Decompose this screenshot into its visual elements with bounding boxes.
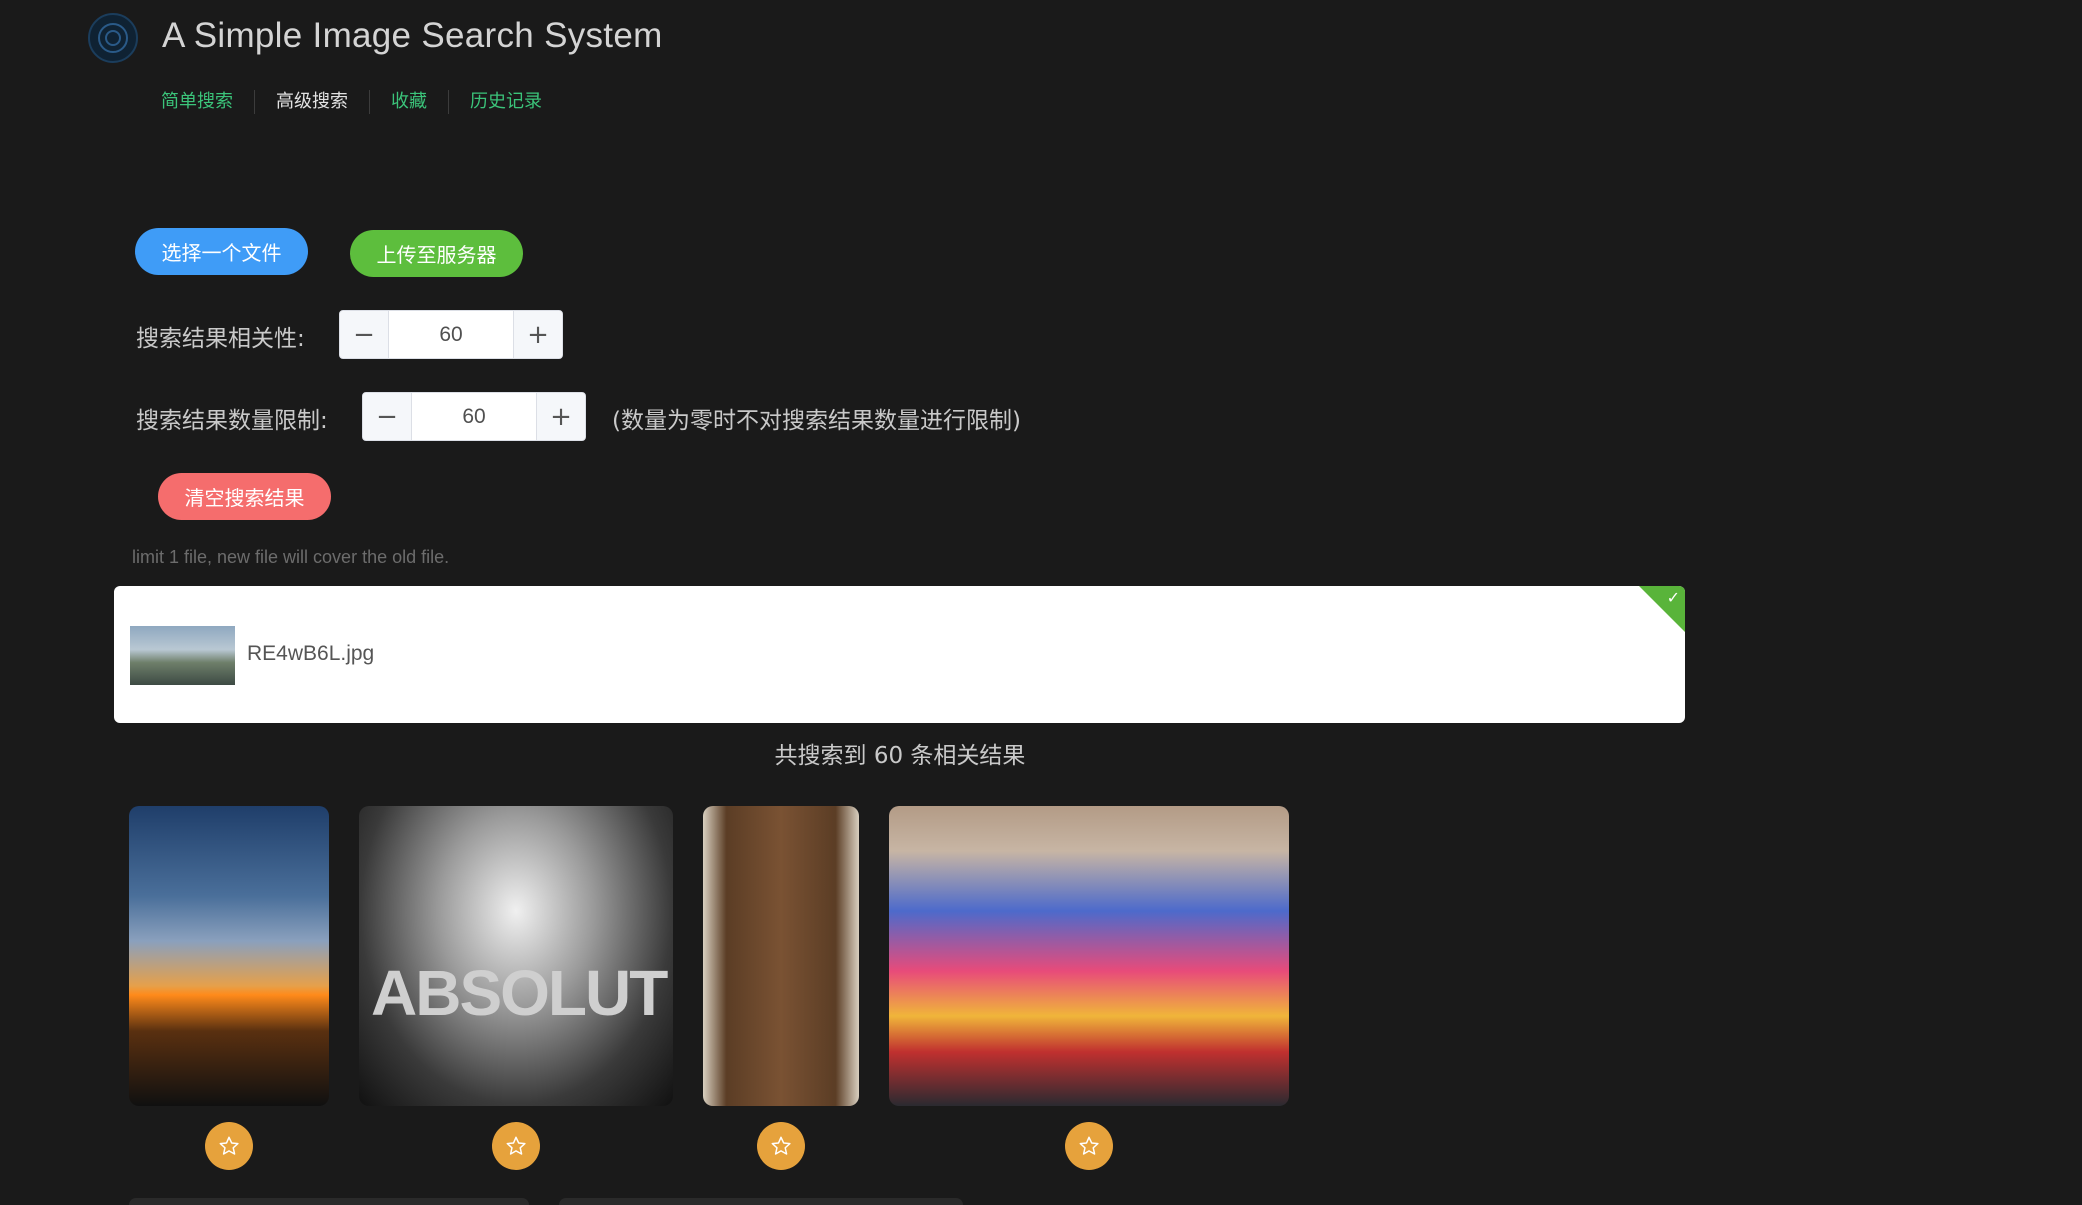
result-summary: 共搜索到 60 条相关结果 <box>774 743 1026 769</box>
relevance-input[interactable] <box>389 311 513 358</box>
relevance-increment-button[interactable]: + <box>513 311 562 358</box>
logo-icon <box>98 23 128 53</box>
limit-decrement-button[interactable]: − <box>363 393 412 440</box>
result-image[interactable] <box>889 806 1289 1106</box>
limit-label: 搜索结果数量限制: <box>136 408 328 434</box>
nav-favorites[interactable]: 收藏 <box>369 90 448 114</box>
upload-button[interactable]: 上传至服务器 <box>350 230 523 277</box>
star-icon <box>506 1136 526 1155</box>
nav-simple-search[interactable]: 简单搜索 <box>140 90 254 114</box>
result-image[interactable] <box>129 806 329 1106</box>
relevance-stepper: − + <box>339 310 563 359</box>
relevance-label: 搜索结果相关性: <box>136 326 305 352</box>
choose-file-button[interactable]: 选择一个文件 <box>135 228 308 275</box>
favorite-button[interactable] <box>492 1122 540 1170</box>
uploaded-file-item[interactable]: RE4wB6L.jpg ✓ <box>114 586 1685 723</box>
star-icon <box>219 1136 239 1155</box>
favorite-button[interactable] <box>757 1122 805 1170</box>
limit-input[interactable] <box>412 393 536 440</box>
app-logo <box>88 13 138 63</box>
limit-stepper: − + <box>362 392 586 441</box>
limit-note: (数量为零时不对搜索结果数量进行限制) <box>612 408 1021 434</box>
result-image[interactable] <box>703 806 859 1106</box>
relevance-decrement-button[interactable]: − <box>340 311 389 358</box>
app-title: A Simple Image Search System <box>162 16 663 55</box>
nav-advanced-search[interactable]: 高级搜索 <box>254 90 369 114</box>
clear-results-button[interactable]: 清空搜索结果 <box>158 473 331 520</box>
uploaded-file-name: RE4wB6L.jpg <box>247 642 375 665</box>
favorite-button[interactable] <box>1065 1122 1113 1170</box>
result-image-partial[interactable] <box>559 1198 963 1205</box>
check-icon: ✓ <box>1666 588 1680 607</box>
limit-increment-button[interactable]: + <box>536 393 585 440</box>
upload-tip: limit 1 file, new file will cover the ol… <box>132 547 450 567</box>
star-icon <box>771 1136 791 1155</box>
star-icon <box>1079 1136 1099 1155</box>
nav-history[interactable]: 历史记录 <box>448 90 563 114</box>
result-image-partial[interactable] <box>129 1198 529 1205</box>
main-nav: 简单搜索 高级搜索 收藏 历史记录 <box>140 86 563 118</box>
result-image-overlay: ABSOLUT <box>371 957 668 1029</box>
uploaded-file-thumbnail <box>130 626 235 685</box>
favorite-button[interactable] <box>205 1122 253 1170</box>
result-image[interactable]: ABSOLUT <box>359 806 673 1106</box>
